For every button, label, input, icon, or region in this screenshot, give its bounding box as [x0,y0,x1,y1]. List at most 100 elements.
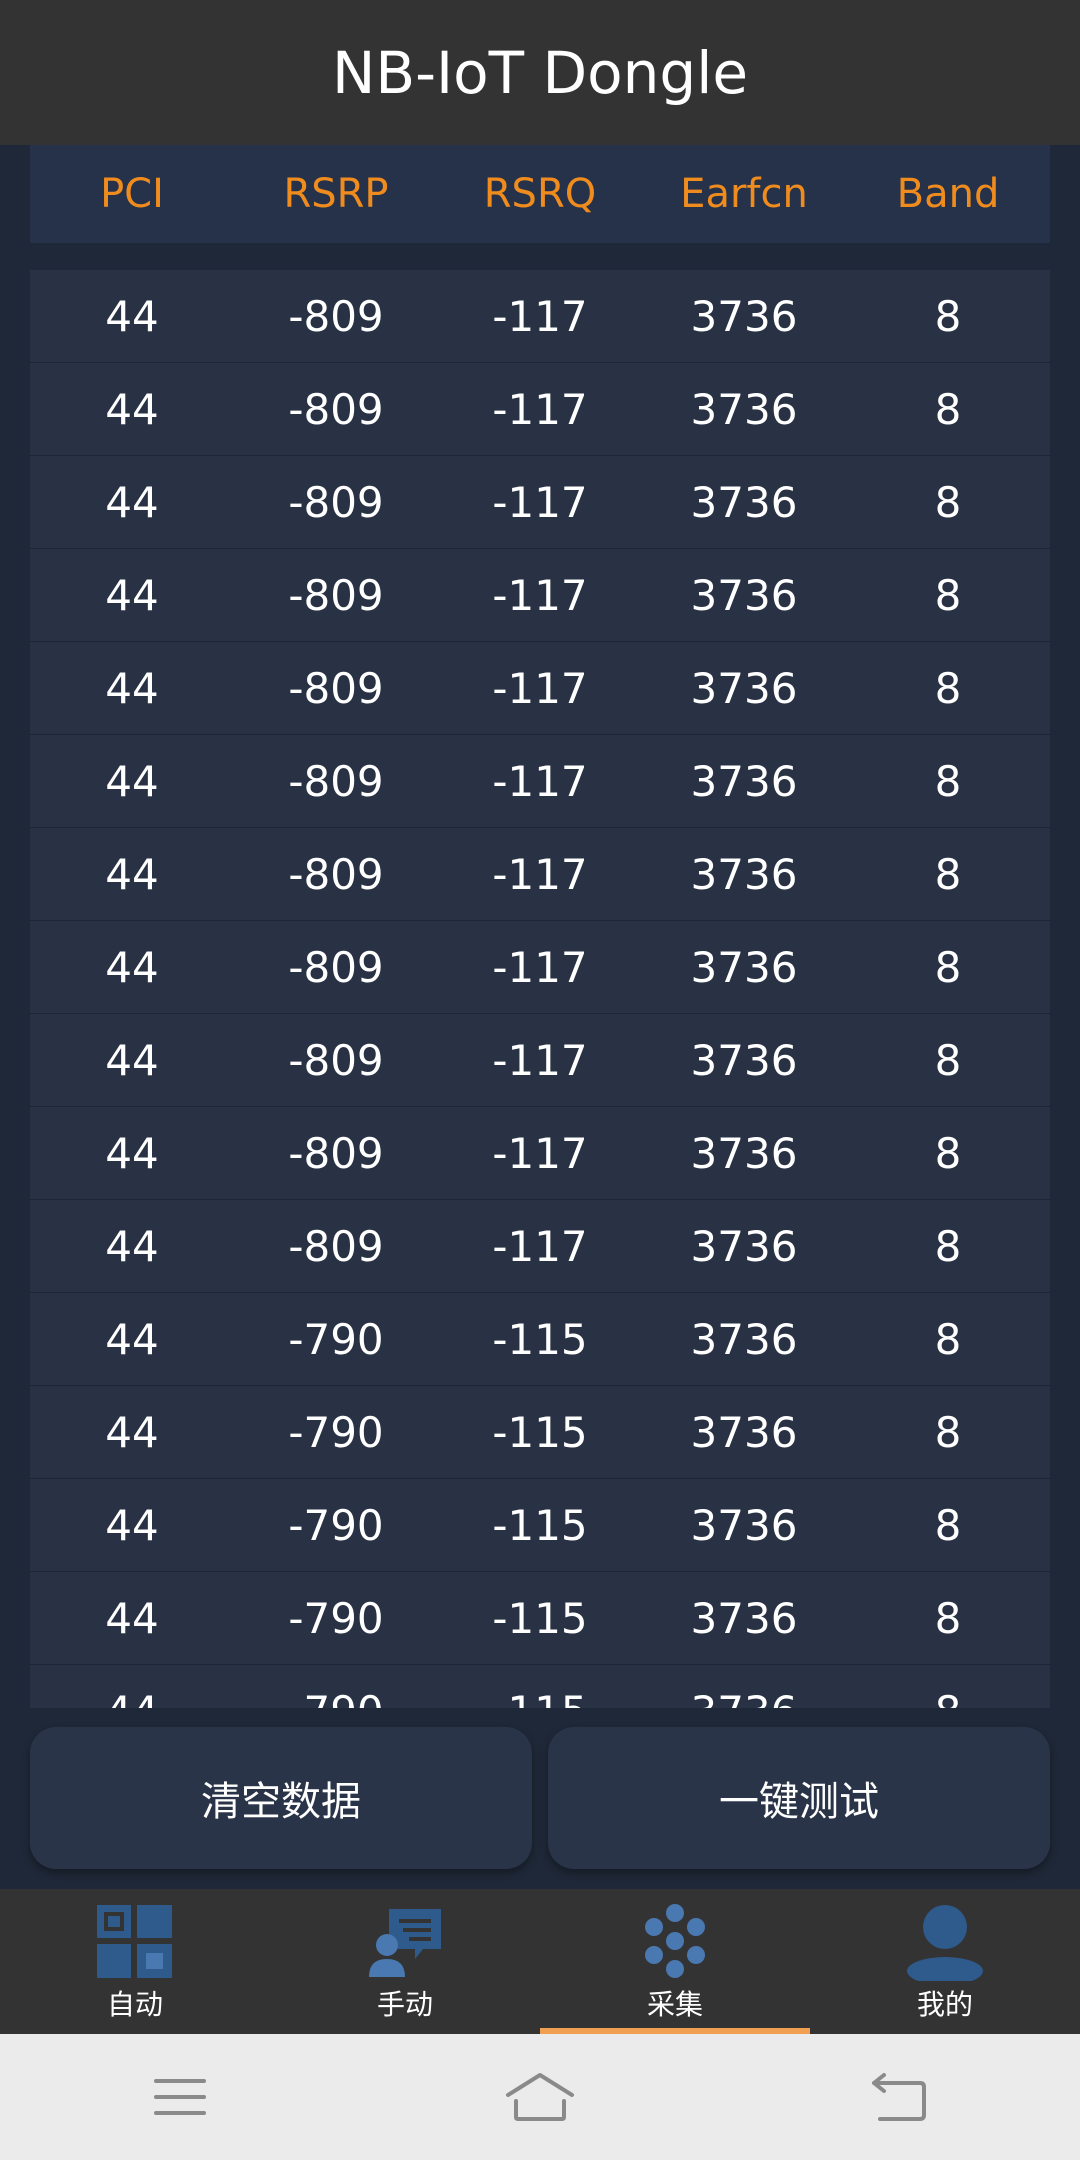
cell-rsrp: -790 [288,1500,384,1550]
cell-earfcn: 3736 [690,1221,798,1271]
cell-pci: 44 [105,570,159,620]
table-row[interactable]: 44-790-11537368 [30,1665,1050,1708]
table-row[interactable]: 44 -809 -117 3736 8 [30,1200,1050,1293]
cell-rsrp: -809 [288,570,384,620]
table-row[interactable]: 44 -809 -117 3736 8 [30,642,1050,735]
app-title: NB-IoT Dongle [331,38,749,107]
cell-rsrq: -117 [492,291,588,341]
cell-band: 8 [934,477,962,527]
column-header-rsrp: RSRP [283,171,389,217]
table-row[interactable]: 44 -809 -117 3736 8 [30,270,1050,363]
cell-earfcn: 3736 [690,1407,798,1457]
menu-icon [154,2079,206,2115]
cell-rsrp: -809 [288,849,384,899]
home-button[interactable] [500,2057,580,2137]
cell-rsrq: -117 [492,1128,588,1178]
dots-cluster-icon [645,1904,705,1978]
table-row[interactable]: 44 -809 -117 3736 8 [30,549,1050,642]
cell-rsrp: -809 [288,384,384,434]
cell-pci: 44 [105,1221,159,1271]
cell-pci: 44 [105,291,159,341]
cell-earfcn: 3736 [690,477,798,527]
nav-item-manual[interactable]: 手动 [270,1889,540,2034]
cell-band: 8 [934,942,962,992]
table-header: PCI RSRP RSRQ Earfcn Band [30,145,1050,243]
column-header-earfcn: Earfcn [680,171,808,217]
cell-rsrq: -115 [438,1687,642,1709]
cell-rsrq: -115 [492,1593,588,1643]
cell-rsrq: -117 [492,849,588,899]
cell-earfcn: 3736 [690,849,798,899]
table-row[interactable]: 44 -809 -117 3736 8 [30,1014,1050,1107]
cell-rsrq: -117 [492,663,588,713]
table-row[interactable]: 44-790-11537368 [30,1386,1050,1479]
cell-pci: 44 [105,756,159,806]
table-row[interactable]: 44-790-11537368 [30,1572,1050,1665]
cell-band: 8 [934,1314,962,1364]
bottom-navigation: 自动 手动 采集 我的 [0,1889,1080,2034]
cell-earfcn: 3736 [690,942,798,992]
menu-button[interactable] [140,2057,220,2137]
table-row[interactable]: 44 -809 -117 3736 8 [30,1107,1050,1200]
cell-rsrp: -809 [288,477,384,527]
cell-rsrq: -115 [492,1407,588,1457]
cell-earfcn: 3736 [642,1687,846,1709]
cell-rsrp: -809 [288,1221,384,1271]
cell-band: 8 [934,756,962,806]
nav-label-mine: 我的 [916,1988,973,2021]
nav-label-collect: 采集 [646,1988,703,2021]
cell-band: 8 [934,1035,962,1085]
table-body[interactable]: 44 -809 -117 3736 8 44 -809 -117 3736 8 44 -809 -117… [30,270,1050,1708]
column-header-band: Band [896,171,1000,217]
cell-pci: 44 [105,384,159,434]
nav-label-manual: 手动 [376,1988,433,2021]
table-row[interactable]: 44 -809 -117 3736 8 [30,735,1050,828]
clear-data-button[interactable]: 清空数据 [30,1727,532,1869]
person-icon [907,1905,983,1981]
grid-icon [97,1905,172,1978]
table-row[interactable]: 44 -809 -117 3736 8 [30,456,1050,549]
cell-earfcn: 3736 [690,384,798,434]
back-button[interactable] [860,2057,940,2137]
table-row[interactable]: 44 -809 -117 3736 8 [30,363,1050,456]
nav-item-mine[interactable]: 我的 [810,1889,1080,2034]
cell-earfcn: 3736 [690,291,798,341]
title-bar: NB-IoT Dongle [0,0,1080,145]
cell-rsrq: -117 [492,942,588,992]
cell-rsrp: -809 [288,1128,384,1178]
cell-rsrq: -117 [492,1221,588,1271]
cell-band: 8 [934,1593,962,1643]
table-row[interactable]: 44 -809 -117 3736 8 [30,921,1050,1014]
cell-earfcn: 3736 [690,1500,798,1550]
cell-earfcn: 3736 [690,1128,798,1178]
nav-item-auto[interactable]: 自动 [0,1889,270,2034]
table-row[interactable]: 44-790-11537368 [30,1293,1050,1386]
nav-item-collect[interactable]: 采集 [540,1889,810,2034]
table-row[interactable]: 44 -809 -117 3736 8 [30,828,1050,921]
cell-rsrp: -790 [288,1407,384,1457]
cell-rsrp: -790 [288,1314,384,1364]
cell-band: 8 [934,291,962,341]
system-navigation-bar [0,2034,1080,2160]
data-table[interactable]: PCI RSRP RSRQ Earfcn Band 44 -809 -117 3736… [30,145,1050,1708]
nav-label-auto: 自动 [106,1988,163,2021]
cell-band: 8 [934,384,962,434]
cell-pci: 44 [105,1128,159,1178]
home-icon [506,2073,574,2121]
cell-pci: 44 [105,942,159,992]
cell-rsrp: -790 [288,1593,384,1643]
cell-pci: 44 [105,1407,159,1457]
one-click-test-button[interactable]: 一键测试 [548,1727,1050,1869]
cell-rsrp: -790 [234,1687,438,1709]
cell-rsrq: -115 [492,1314,588,1364]
cell-pci: 44 [105,663,159,713]
cell-pci: 44 [105,1500,159,1550]
cell-pci: 44 [105,1314,159,1364]
cell-earfcn: 3736 [690,1593,798,1643]
cell-band: 8 [934,1500,962,1550]
cell-rsrp: -809 [288,942,384,992]
cell-rsrq: -115 [492,1500,588,1550]
cell-band: 8 [934,570,962,620]
cell-pci: 44 [105,1035,159,1085]
table-row[interactable]: 44 -790 -115 3736 8 [30,1479,1050,1572]
